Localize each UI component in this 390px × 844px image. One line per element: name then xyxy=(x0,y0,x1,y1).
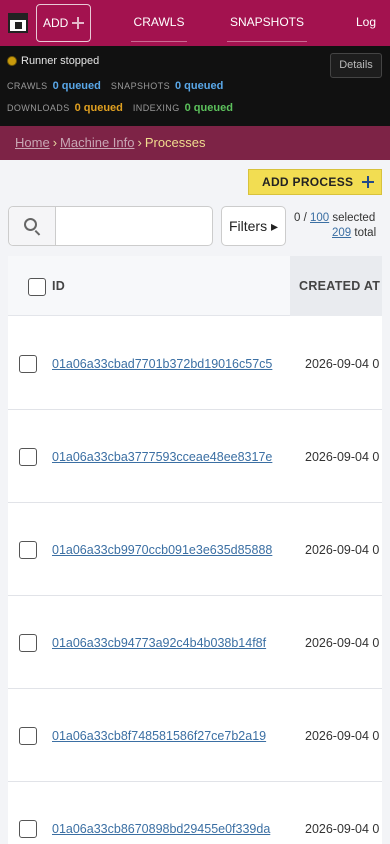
table-row: 01a06a33cb8f748581586f27ce7b2a19 2026-09… xyxy=(8,689,382,782)
row-checkbox[interactable] xyxy=(19,541,37,559)
status-dot-icon xyxy=(7,56,17,66)
add-process-label: ADD PROCESS xyxy=(262,175,354,189)
process-id-link[interactable]: 01a06a33cb8f748581586f27ce7b2a19 xyxy=(52,729,266,743)
breadcrumb: Home › Machine Info › Processes xyxy=(0,126,390,160)
breadcrumb-machine-info-link[interactable]: Machine Info xyxy=(60,135,134,150)
table-header: ID CREATED AT xyxy=(8,256,382,316)
add-button-label: ADD xyxy=(43,16,69,30)
row-checkbox[interactable] xyxy=(19,634,37,652)
runner-status-text: Runner stopped xyxy=(21,55,100,67)
plus-icon xyxy=(362,176,375,188)
select-all-checkbox[interactable] xyxy=(28,278,46,296)
search-bar xyxy=(8,206,213,246)
column-header-created-at[interactable]: CREATED AT xyxy=(299,279,380,293)
process-id-link[interactable]: 01a06a33cb8670898bd29455e0f339da xyxy=(52,822,270,836)
snapshots-queue-label: SNAPSHOTS xyxy=(110,81,170,91)
created-at-cell: 2026-09-04 0 xyxy=(305,357,380,371)
queue-stats-row-1: CRAWLS 0 queued SNAPSHOTS 0 queued xyxy=(7,80,233,92)
nav-snapshots-link[interactable]: SNAPSHOTS xyxy=(227,0,307,42)
row-checkbox[interactable] xyxy=(19,448,37,466)
row-checkbox[interactable] xyxy=(19,355,37,373)
plus-icon xyxy=(72,17,85,29)
crawls-queue-value: 0 queued xyxy=(52,80,101,92)
table-row: 01a06a33cb94773a92c4b4b038b14f8f 2026-09… xyxy=(8,596,382,689)
downloads-queue-value: 0 queued xyxy=(74,102,123,114)
created-at-cell: 2026-09-04 0 xyxy=(305,729,380,743)
process-id-link[interactable]: 01a06a33cbad7701b372bd19016c57c5 xyxy=(52,357,272,371)
breadcrumb-current: Processes xyxy=(144,135,206,150)
row-checkbox[interactable] xyxy=(19,820,37,838)
table-row: 01a06a33cbad7701b372bd19016c57c5 2026-09… xyxy=(8,317,382,410)
search-icon xyxy=(24,218,37,231)
created-at-cell: 2026-09-04 0 xyxy=(305,543,380,557)
breadcrumb-separator: › xyxy=(52,135,58,150)
table-row: 01a06a33cb9970ccb091e3e635d85888 2026-09… xyxy=(8,503,382,596)
selected-suffix: selected xyxy=(332,212,376,224)
filters-button[interactable]: Filters ▸ xyxy=(221,206,286,246)
search-button[interactable] xyxy=(9,207,56,245)
crawls-queue-label: CRAWLS xyxy=(7,81,48,91)
status-bar: Runner stopped Details CRAWLS 0 queued S… xyxy=(0,46,390,126)
downloads-queue-label: DOWNLOADS xyxy=(7,103,70,113)
nav-crawls-link[interactable]: CRAWLS xyxy=(131,0,187,42)
table-row: 01a06a33cb8670898bd29455e0f339da 2026-09… xyxy=(8,782,382,844)
add-process-button[interactable]: ADD PROCESS xyxy=(248,169,382,195)
runner-status: Runner stopped xyxy=(7,55,99,67)
total-suffix: total xyxy=(354,227,377,239)
created-at-cell: 2026-09-04 0 xyxy=(305,636,380,650)
indexing-queue-value: 0 queued xyxy=(184,102,233,114)
page-size-link[interactable]: 100 xyxy=(310,212,329,224)
breadcrumb-separator: › xyxy=(137,135,142,150)
total-count-link[interactable]: 209 xyxy=(332,227,351,239)
snapshots-queue-value: 0 queued xyxy=(175,80,224,92)
process-id-link[interactable]: 01a06a33cb94773a92c4b4b038b14f8f xyxy=(52,636,266,650)
created-at-cell: 2026-09-04 0 xyxy=(305,822,380,836)
search-input[interactable] xyxy=(57,207,212,245)
selection-info: 0 / 100 selected 209 total xyxy=(294,212,377,239)
process-id-link[interactable]: 01a06a33cb9970ccb091e3e635d85888 xyxy=(52,543,272,557)
top-navbar: ADD CRAWLS SNAPSHOTS Log out xyxy=(0,0,390,73)
table-row: 01a06a33cba3777593cceae48ee8317e 2026-09… xyxy=(8,410,382,503)
indexing-queue-label: INDEXING xyxy=(132,103,180,113)
details-button[interactable]: Details xyxy=(330,53,382,78)
created-at-cell: 2026-09-04 0 xyxy=(305,450,380,464)
logo-icon[interactable] xyxy=(8,13,28,33)
breadcrumb-home-link[interactable]: Home xyxy=(15,135,50,150)
selected-count: 0 xyxy=(294,212,301,224)
processes-table: ID CREATED AT 01a06a33cbad7701b372bd1901… xyxy=(8,256,382,844)
row-checkbox[interactable] xyxy=(19,727,37,745)
logout-link[interactable]: Log out xyxy=(346,0,386,73)
add-button[interactable]: ADD xyxy=(36,4,91,42)
column-header-id[interactable]: ID xyxy=(52,279,65,293)
queue-stats-row-2: DOWNLOADS 0 queued INDEXING 0 queued xyxy=(7,102,243,114)
process-id-link[interactable]: 01a06a33cba3777593cceae48ee8317e xyxy=(52,450,272,464)
